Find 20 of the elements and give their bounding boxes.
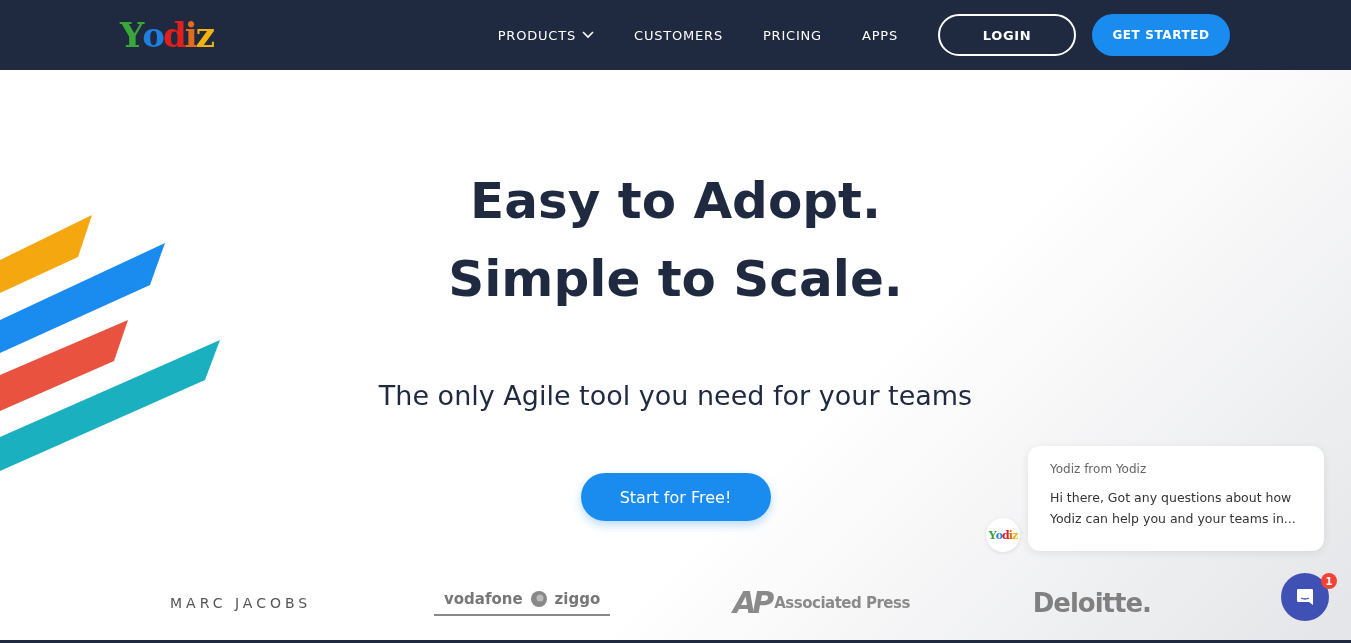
notification-badge: 1 [1321, 573, 1337, 589]
chat-sender: Yodiz from Yodiz [1050, 462, 1148, 476]
chat-icon [1295, 587, 1315, 607]
yodiz-logo: Yodiz [120, 15, 213, 55]
nav-link[interactable]: CUSTOMERS [634, 27, 723, 43]
chat-bubble[interactable]: Yodiz from Yodiz Hi there, Got any questions about how Yodiz can help you and your teams in... [1028, 446, 1324, 551]
speech-mark-icon [530, 590, 547, 607]
hero-heading: Easy to Adopt. [470, 171, 881, 232]
login-button[interactable]: LOGIN [938, 14, 1076, 56]
nav-link[interactable]: PRODUCTS [497, 27, 594, 43]
hero-heading: Simple to Scale. [448, 249, 903, 310]
chat-avatar: Yodiz [986, 518, 1020, 552]
hero-subtitle: The only Agile tool you need for your teams [378, 380, 973, 411]
customer-logo: Deloitte. [1032, 587, 1151, 618]
customer-logo: vodafone ziggo [433, 589, 611, 616]
chevron-down-icon [582, 31, 594, 39]
customer-logo: MARC JACOBS [170, 594, 312, 611]
nav-link[interactable]: PRICING [762, 27, 822, 43]
nav-link[interactable]: APPS [861, 27, 898, 43]
chat-message: Hi there, Got any questions about how Yodiz can help you and your teams in... [1050, 489, 1297, 528]
